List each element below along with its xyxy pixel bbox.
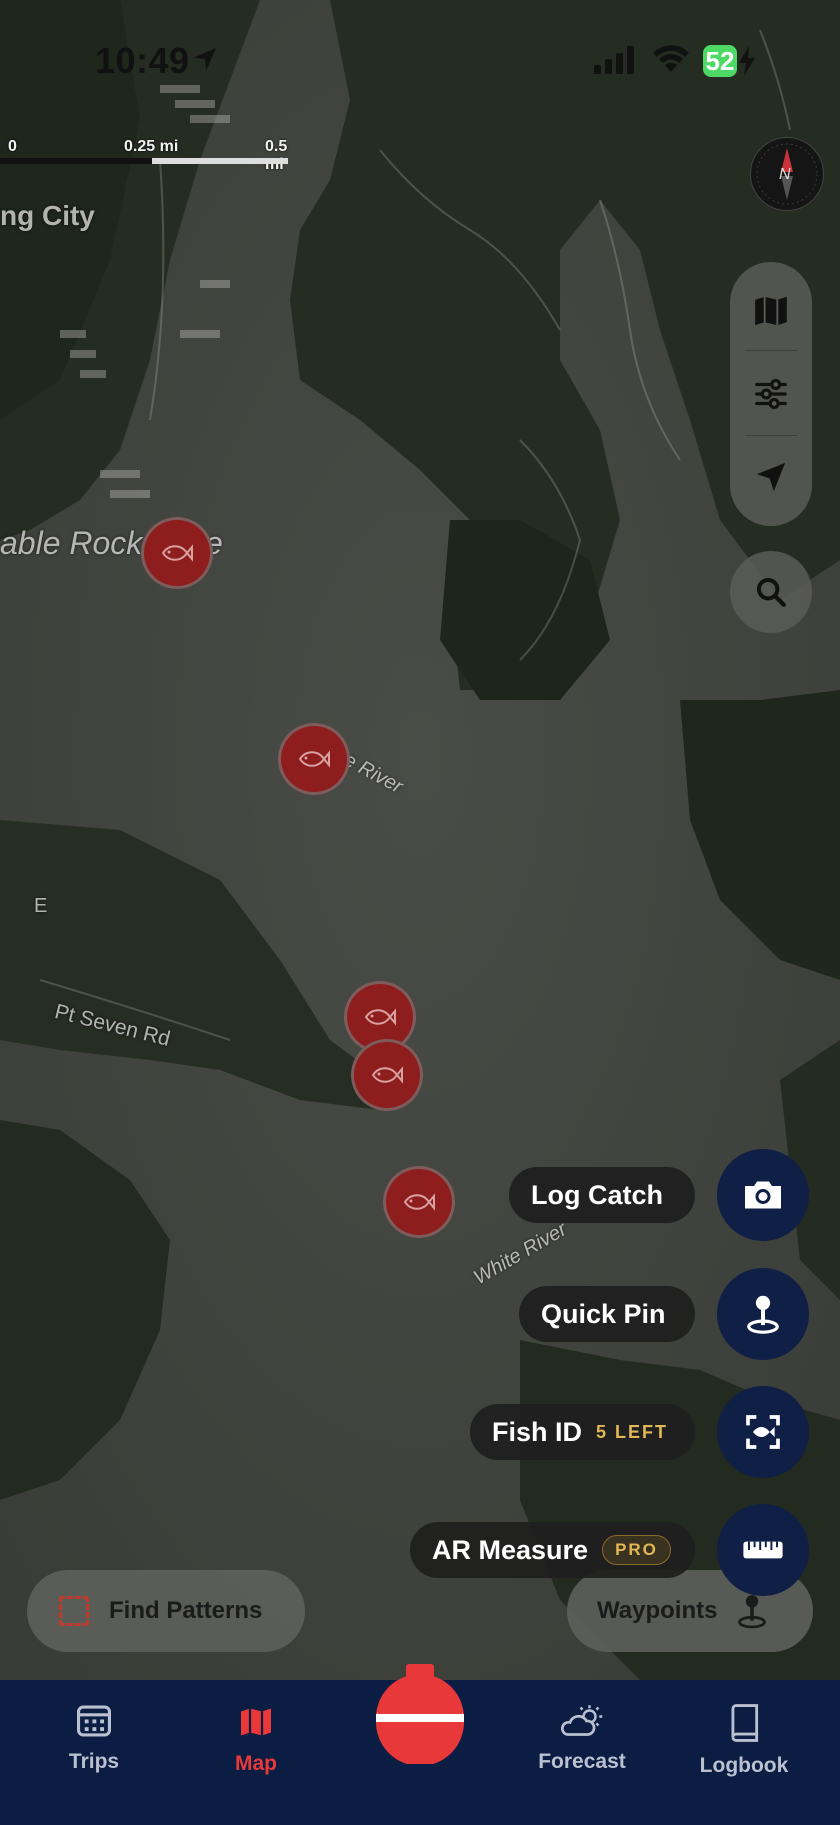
fishing-bobber-icon [376, 1664, 464, 1766]
fish-icon [403, 1193, 435, 1211]
pattern-dashed-square-icon [59, 1596, 89, 1626]
ar-measure-button[interactable]: AR Measure PRO [410, 1522, 695, 1578]
tab-trips[interactable]: Trips [34, 1704, 154, 1774]
ar-measure-label: AR Measure [432, 1534, 589, 1565]
scale-label-2: 0.5 mi [265, 138, 288, 173]
bobber-center-button[interactable] [375, 1664, 465, 1766]
catch-marker[interactable] [278, 723, 350, 795]
fish-icon [371, 1066, 403, 1084]
map-tool-stack [730, 262, 812, 526]
fish-id-label: Fish ID [492, 1416, 583, 1447]
scale-label-0: 0 [8, 138, 17, 155]
map-label-lake: able Rock [0, 525, 143, 561]
log-catch-button[interactable]: Log Catch [509, 1167, 695, 1223]
tool-divider [745, 350, 797, 351]
sliders-icon [755, 378, 787, 410]
ar-measure-fab[interactable] [717, 1504, 809, 1596]
quick-pin-label: Quick Pin [541, 1298, 666, 1329]
compass[interactable]: N [750, 137, 824, 211]
fish-scan-icon [746, 1415, 780, 1449]
tab-logbook-label: Logbook [699, 1754, 789, 1777]
tab-map[interactable]: Map [196, 1704, 316, 1776]
map-view[interactable]: 10:49 52 0 0.25 mi 0.5 mi ng City able R… [0, 0, 840, 1680]
fish-id-button[interactable]: Fish ID 5 LEFT [470, 1404, 695, 1460]
status-bar: 10:49 52 [0, 0, 840, 120]
tab-trips-label: Trips [68, 1750, 120, 1773]
pin-icon [747, 1295, 779, 1334]
pro-badge: PRO [602, 1535, 671, 1565]
waypoints-label: Waypoints [597, 1597, 718, 1624]
scale-bar-light [152, 158, 288, 164]
catch-marker[interactable] [351, 1039, 423, 1111]
fish-icon [364, 1008, 396, 1026]
wifi-icon [653, 45, 689, 72]
scale-bar-dark [0, 158, 152, 164]
fish-id-fab[interactable] [717, 1386, 809, 1478]
status-time: 10:49 [95, 40, 190, 81]
tab-forecast[interactable]: Forecast [522, 1704, 642, 1774]
find-patterns-label: Find Patterns [109, 1597, 263, 1624]
camera-icon [745, 1181, 781, 1209]
waypoint-pin-icon [738, 1595, 767, 1629]
map-scale: 0 0.25 mi 0.5 mi [0, 138, 300, 178]
cell-signal-icon [594, 46, 634, 74]
compass-north-label: N [779, 166, 791, 183]
log-catch-fab[interactable] [717, 1149, 809, 1241]
map-filters-button[interactable] [730, 353, 812, 435]
search-icon [756, 577, 786, 607]
quick-pin-fab[interactable] [717, 1268, 809, 1360]
find-patterns-button[interactable]: Find Patterns [27, 1570, 305, 1652]
map-layers-icon [755, 296, 787, 326]
ruler-icon [743, 1541, 783, 1559]
battery-level: 52 [703, 45, 737, 77]
location-services-icon [193, 47, 217, 71]
catch-marker[interactable] [141, 517, 213, 589]
partly-cloudy-icon [560, 1705, 603, 1736]
map-label-city: ng City [0, 200, 95, 231]
fish-id-remaining-badge: 5 LEFT [596, 1421, 669, 1442]
map-label-road-marker: E [34, 895, 48, 917]
locate-me-button[interactable] [730, 436, 812, 518]
calendar-icon [77, 1705, 111, 1737]
scale-label-1: 0.25 mi [124, 138, 179, 155]
tab-map-label: Map [235, 1752, 277, 1775]
location-arrow-icon [756, 462, 786, 492]
tab-forecast-label: Forecast [538, 1750, 626, 1773]
quick-pin-button[interactable]: Quick Pin [519, 1286, 695, 1342]
satellite-terrain [0, 0, 840, 1680]
map-search-button[interactable] [730, 551, 812, 633]
tab-logbook[interactable]: Logbook [684, 1704, 804, 1778]
catch-marker[interactable] [383, 1166, 455, 1238]
map-layers-button[interactable] [730, 270, 812, 352]
fish-icon [161, 544, 193, 562]
book-icon [731, 1704, 759, 1742]
map-icon [241, 1708, 271, 1736]
fish-icon [298, 750, 330, 768]
charging-bolt-icon [739, 46, 755, 76]
log-catch-label: Log Catch [531, 1179, 663, 1210]
